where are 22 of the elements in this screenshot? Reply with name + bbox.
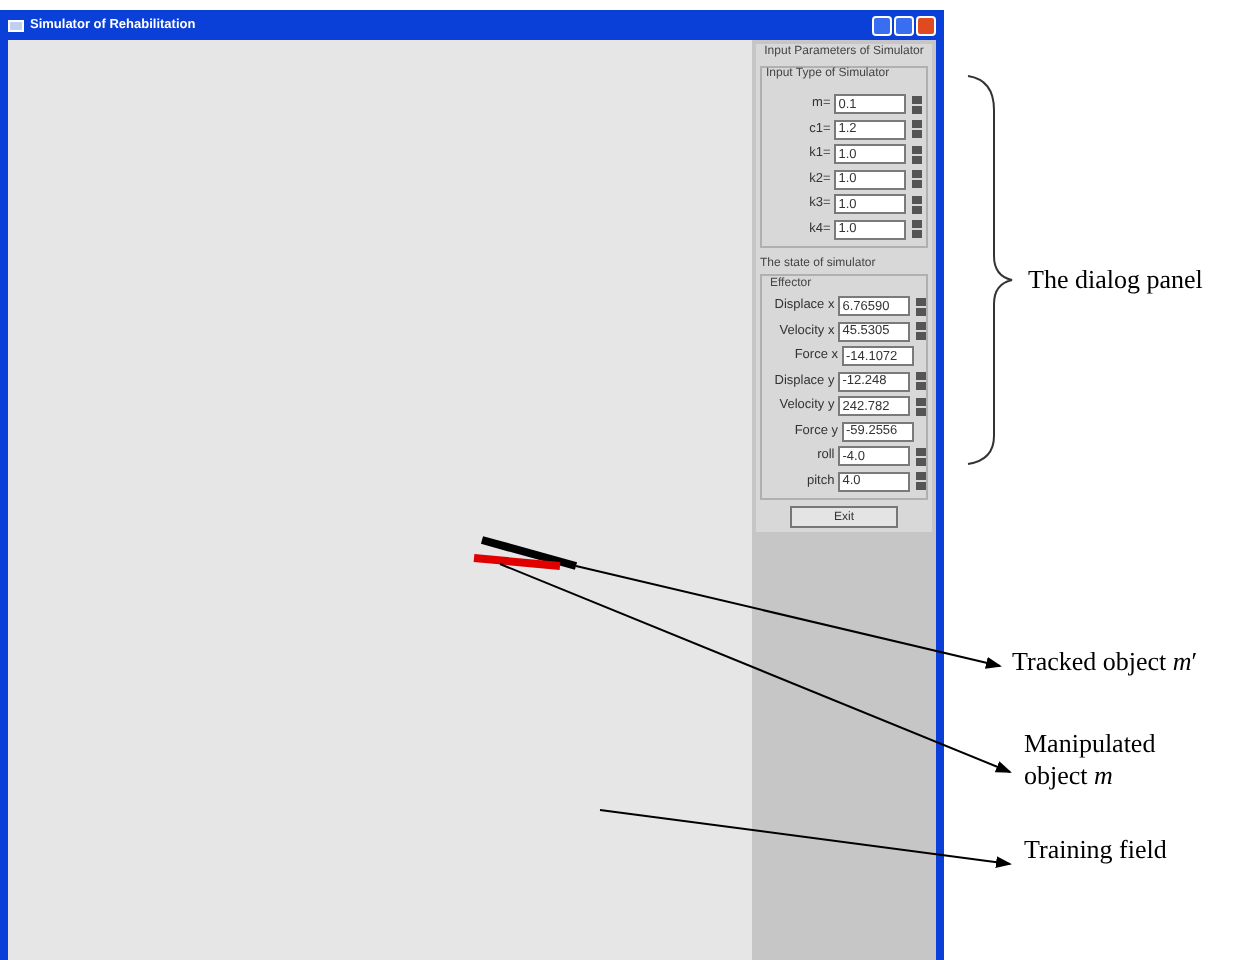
spinner-icon[interactable] bbox=[916, 322, 926, 341]
spinner-icon[interactable] bbox=[912, 95, 922, 114]
close-button[interactable] bbox=[916, 15, 936, 35]
spinner-icon[interactable] bbox=[916, 447, 926, 466]
maximize-button[interactable] bbox=[894, 15, 914, 35]
annotation-label: The dialog panel bbox=[1028, 264, 1203, 296]
spinner-icon[interactable] bbox=[916, 397, 926, 416]
spinner-icon[interactable] bbox=[916, 372, 926, 391]
spinner-icon[interactable] bbox=[912, 220, 922, 239]
spinner-icon[interactable] bbox=[912, 195, 922, 214]
spinner-icon[interactable] bbox=[916, 472, 926, 491]
app-icon bbox=[8, 19, 24, 31]
spinner-icon[interactable] bbox=[916, 297, 926, 316]
annotation-label: Training field bbox=[1024, 834, 1167, 866]
minimize-button[interactable] bbox=[872, 15, 892, 35]
annotation-label: Manipulated object m bbox=[1024, 728, 1158, 792]
tracked-object bbox=[480, 536, 578, 570]
spinner-icon[interactable] bbox=[912, 120, 922, 139]
annotation-label: Tracked object m′ bbox=[1012, 646, 1198, 678]
manipulated-object bbox=[473, 554, 561, 570]
spinner-icon[interactable] bbox=[912, 170, 922, 189]
spinner-icon[interactable] bbox=[912, 145, 922, 164]
